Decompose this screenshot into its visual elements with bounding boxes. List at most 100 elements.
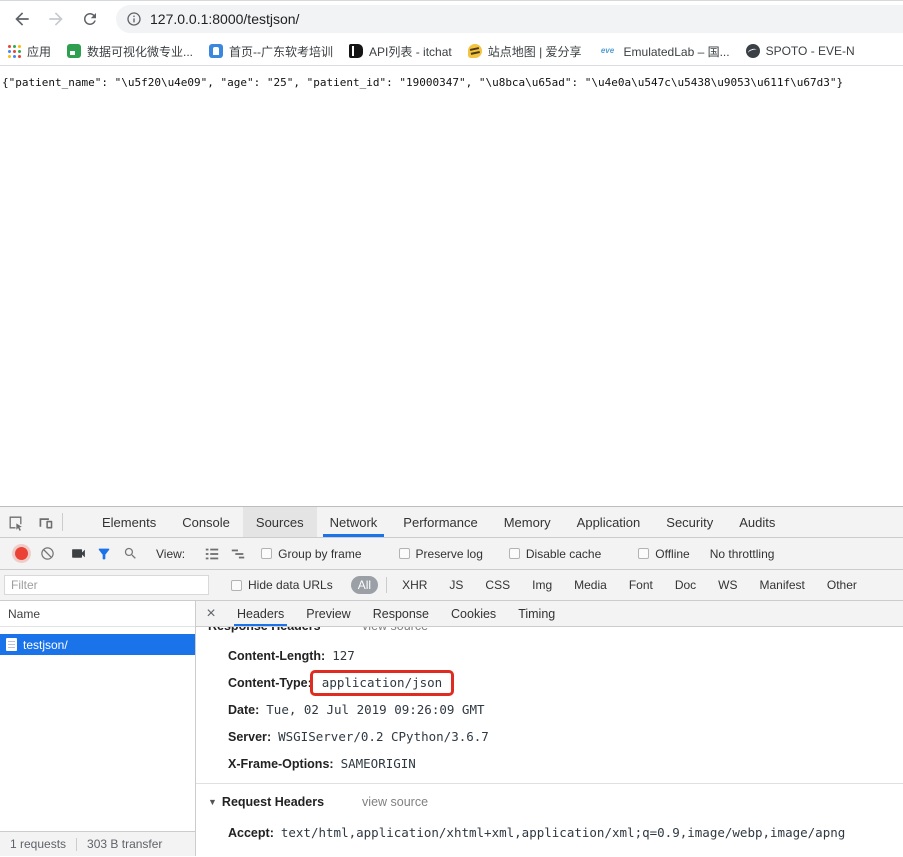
filter-type-ws[interactable]: WS [711,576,744,594]
offline-checkbox[interactable] [638,548,649,559]
reload-button[interactable] [76,5,104,33]
bookmark-label: 数据可视化微专业... [87,43,193,60]
section-separator [196,783,903,784]
filter-toggle-button[interactable] [91,542,117,566]
list-view-icon [204,546,220,562]
inspect-cursor-icon [7,514,24,531]
detail-tabbar: × Headers Preview Response Cookies Timin… [196,601,903,627]
forward-arrow-icon [46,9,66,29]
tab-network[interactable]: Network [317,507,391,537]
close-detail-button[interactable]: × [196,601,226,626]
tab-performance[interactable]: Performance [390,507,490,537]
header-value: text/html,application/xhtml+xml,applicat… [281,825,845,840]
request-row-selected[interactable]: testjson/ [0,634,195,655]
tab-label: Console [182,515,230,530]
tab-label: Sources [256,515,304,530]
clear-button[interactable] [34,542,60,566]
forward-button[interactable] [42,5,70,33]
black-book-icon [349,44,363,58]
hide-data-urls-label: Hide data URLs [248,578,333,592]
url-text[interactable]: 127.0.0.1:8000/testjson/ [150,11,299,27]
view-source-link[interactable]: view source [362,795,428,809]
divider [76,838,77,851]
tab-elements[interactable]: Elements [89,507,169,537]
tab-security[interactable]: Security [653,507,726,537]
bookmark-item[interactable]: 首页--广东软考培训 [209,43,333,60]
transferred-size: 303 B transfer [87,837,162,851]
filter-type-xhr[interactable]: XHR [395,576,434,594]
detail-tab-response[interactable]: Response [362,601,440,626]
waterfall-view-button[interactable] [225,542,251,566]
filter-type-css[interactable]: CSS [478,576,517,594]
network-filter-bar: Hide data URLs All XHR JS CSS Img Media … [0,570,903,601]
preserve-log-label: Preserve log [416,547,483,561]
bookmark-item[interactable]: eve EmulatedLab – 国... [598,43,730,60]
filter-type-js[interactable]: JS [442,576,470,594]
hide-data-urls-checkbox[interactable] [231,580,242,591]
filter-input[interactable] [4,575,209,595]
tab-audits[interactable]: Audits [726,507,788,537]
header-value-annotated: application/json [310,670,454,696]
header-name: X-Frame-Options [228,757,334,771]
filter-type-img[interactable]: Img [525,576,559,594]
filter-type-media[interactable]: Media [567,576,614,594]
tab-application[interactable]: Application [564,507,654,537]
bookmark-item[interactable]: 数据可视化微专业... [67,43,193,60]
header-name: Server [228,730,271,744]
filter-type-doc[interactable]: Doc [668,576,703,594]
bookmark-apps[interactable]: 应用 [8,43,51,60]
bookmark-item[interactable]: SPOTO - EVE-N [746,44,855,58]
search-button[interactable] [117,542,143,566]
screenshot-capture-button[interactable] [65,542,91,566]
page-info-icon[interactable] [126,11,142,27]
view-source-link[interactable]: view source [362,627,428,633]
address-bar[interactable]: 127.0.0.1:8000/testjson/ [116,5,903,33]
header-value: WSGIServer/0.2 CPython/3.6.7 [278,729,489,744]
back-button[interactable] [8,5,36,33]
throttling-dropdown[interactable]: No throttling [710,547,775,561]
header-name: Accept [228,826,274,840]
document-icon [6,638,17,651]
tab-memory[interactable]: Memory [491,507,564,537]
device-toolbar-button[interactable] [30,507,60,537]
list-view-button[interactable] [199,542,225,566]
request-headers-section[interactable]: ▼ Request Headers view source [196,789,903,815]
group-by-frame-checkbox[interactable] [261,548,272,559]
name-column-header[interactable]: Name [0,601,195,627]
offline-label: Offline [655,547,689,561]
requests-count: 1 requests [10,837,66,851]
view-label: View: [156,547,185,561]
detail-tab-headers[interactable]: Headers [226,601,295,626]
disable-cache-checkbox[interactable] [509,548,520,559]
waterfall-icon [230,546,246,562]
detail-tab-timing[interactable]: Timing [507,601,566,626]
tab-label: Response [373,607,429,621]
filter-type-other[interactable]: Other [820,576,864,594]
divider [386,577,387,593]
bookmark-label: EmulatedLab – 国... [624,43,730,60]
filter-type-manifest[interactable]: Manifest [753,576,812,594]
json-response-text: {"patient_name": "\u5f20\u4e09", "age": … [2,76,901,89]
inspect-element-button[interactable] [0,507,30,537]
record-button[interactable] [8,542,34,566]
devtools-panel: Elements Console Sources Network Perform… [0,506,903,856]
tab-sources[interactable]: Sources [243,507,317,537]
filter-type-font[interactable]: Font [622,576,660,594]
green-monitor-icon [67,44,81,58]
back-arrow-icon [12,9,32,29]
divider [62,513,63,531]
preserve-log-checkbox[interactable] [399,548,410,559]
header-name: Date [228,703,259,717]
tab-console[interactable]: Console [169,507,243,537]
dark-globe-icon [746,44,760,58]
headers-detail-body: Response Headers view source Content-Len… [196,627,903,856]
header-value: 127 [332,648,355,663]
bookmark-item[interactable]: 站点地图 | 爱分享 [468,43,582,60]
bookmark-item[interactable]: API列表 - itchat [349,43,452,60]
tab-label: Preview [306,607,350,621]
network-status-bar: 1 requests 303 B transfer [0,831,195,856]
detail-tab-cookies[interactable]: Cookies [440,601,507,626]
filter-type-all[interactable]: All [351,576,378,594]
detail-tab-preview[interactable]: Preview [295,601,361,626]
header-row: Content-Length 127 [196,642,903,669]
